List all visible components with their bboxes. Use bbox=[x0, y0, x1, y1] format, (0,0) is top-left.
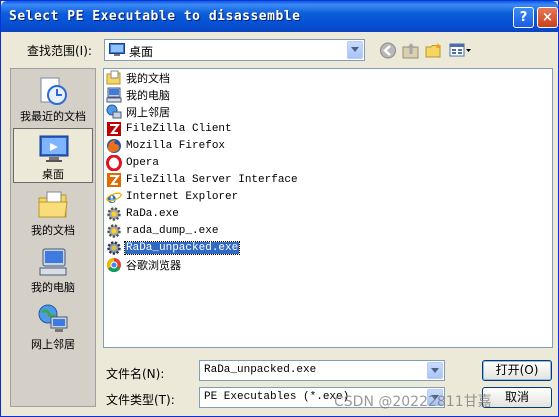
watermark: CSDN @20222811甘嘉 bbox=[334, 394, 492, 410]
filename-input[interactable]: RaDa_unpacked.exe bbox=[199, 360, 445, 381]
gear-exe-icon bbox=[107, 241, 121, 255]
places-item-my-documents[interactable]: 我的文档 bbox=[13, 185, 93, 240]
list-item[interactable]: FileZilla Server Interface bbox=[106, 172, 299, 188]
computer-icon bbox=[106, 87, 122, 103]
desktop-icon bbox=[39, 135, 69, 162]
help-button[interactable]: ? bbox=[513, 7, 534, 28]
recent-documents-icon bbox=[40, 77, 67, 105]
places-label: 我的文档 bbox=[31, 224, 75, 237]
list-item[interactable]: FileZilla Client bbox=[106, 121, 233, 137]
desktop-icon bbox=[109, 43, 125, 56]
chevron-down-icon[interactable] bbox=[347, 41, 363, 59]
my-computer-icon bbox=[39, 248, 67, 276]
places-bar: 我最近的文档 桌面 我的文档 我的电脑 网上邻居 bbox=[10, 68, 96, 407]
filetype-label: 文件类型(T): bbox=[106, 393, 175, 407]
look-in-value: 桌面 bbox=[129, 45, 154, 59]
places-item-network[interactable]: 网上邻居 bbox=[13, 299, 93, 354]
places-label: 桌面 bbox=[42, 168, 64, 181]
places-label: 我的电脑 bbox=[31, 281, 75, 294]
gear-exe-icon bbox=[107, 207, 121, 221]
title-bar[interactable]: Select PE Executable to disassemble ? × bbox=[1, 1, 558, 32]
places-item-recent[interactable]: 我最近的文档 bbox=[13, 71, 93, 126]
ie-icon: e bbox=[106, 189, 122, 205]
list-item[interactable]: Opera bbox=[106, 155, 160, 171]
cancel-button[interactable]: 取消 bbox=[482, 387, 552, 408]
my-documents-icon bbox=[38, 191, 68, 218]
new-folder-icon[interactable] bbox=[425, 42, 443, 59]
list-item[interactable]: rada_dump_.exe bbox=[106, 223, 219, 239]
file-list[interactable]: 我的文档 我的电脑 网上邻居 FileZilla Client Mozilla … bbox=[103, 68, 553, 348]
folder-icon bbox=[106, 70, 121, 85]
filename-value: RaDa_unpacked.exe bbox=[204, 364, 317, 376]
network-places-icon bbox=[38, 304, 68, 332]
opera-icon bbox=[106, 155, 122, 171]
firefox-icon bbox=[107, 139, 121, 153]
look-in-dropdown[interactable]: 桌面 bbox=[104, 39, 365, 61]
list-item[interactable]: 网上邻居 bbox=[106, 104, 171, 120]
back-icon[interactable] bbox=[379, 42, 397, 59]
close-button[interactable]: × bbox=[537, 7, 558, 28]
list-item[interactable]: Mozilla Firefox bbox=[106, 138, 226, 154]
up-folder-icon[interactable] bbox=[402, 42, 420, 59]
filetype-value: PE Executables (*.exe) bbox=[204, 391, 350, 403]
window-title: Select PE Executable to disassemble bbox=[9, 9, 301, 24]
list-item[interactable]: RaDa.exe bbox=[106, 206, 180, 222]
list-item[interactable]: 我的文档 bbox=[106, 70, 171, 86]
file-open-dialog: Select PE Executable to disassemble ? × … bbox=[0, 0, 559, 417]
list-item[interactable]: e Internet Explorer bbox=[106, 189, 239, 205]
chevron-down-icon[interactable] bbox=[427, 362, 443, 379]
network-icon bbox=[106, 104, 122, 119]
filename-label: 文件名(N): bbox=[106, 367, 165, 381]
list-item[interactable]: 我的电脑 bbox=[106, 87, 171, 103]
chrome-icon bbox=[106, 257, 121, 273]
open-button[interactable]: 打开(O) bbox=[482, 360, 552, 381]
list-item[interactable]: 谷歌浏览器 bbox=[106, 257, 182, 273]
filezilla-server-icon bbox=[107, 173, 121, 187]
look-in-label: 查找范围(I): bbox=[27, 44, 92, 58]
gear-exe-icon bbox=[107, 224, 121, 238]
places-label: 我最近的文档 bbox=[20, 110, 86, 123]
places-item-desktop[interactable]: 桌面 bbox=[13, 128, 93, 183]
places-item-my-computer[interactable]: 我的电脑 bbox=[13, 242, 93, 297]
filezilla-icon bbox=[107, 122, 121, 136]
places-label: 网上邻居 bbox=[31, 338, 75, 351]
view-menu-icon[interactable] bbox=[449, 42, 473, 59]
list-item-selected[interactable]: RaDa_unpacked.exe bbox=[106, 240, 241, 256]
